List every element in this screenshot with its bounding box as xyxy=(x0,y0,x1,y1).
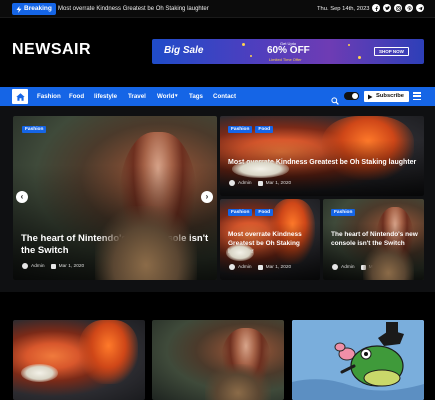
subscribe-button[interactable]: Subscribe xyxy=(364,91,409,102)
nav-item-contact[interactable]: Contact xyxy=(213,87,236,106)
facebook-icon[interactable] xyxy=(372,4,380,12)
tag-food[interactable]: Food xyxy=(255,126,274,133)
site-logo[interactable]: NEWSAIR xyxy=(12,41,91,59)
featured-top-right-card[interactable]: Fashion Food Most overrate Kindness Grea… xyxy=(220,116,424,196)
featured-bottom-left-card[interactable]: Fashion Food Most overrate Kindness Grea… xyxy=(220,199,320,280)
author-avatar-icon xyxy=(229,180,235,186)
card-date[interactable]: Mar 1, 2020 xyxy=(369,265,395,270)
chevron-down-icon[interactable]: ▾ xyxy=(175,87,178,106)
card-title[interactable]: The heart of Nintendo's new console isn'… xyxy=(331,231,419,248)
menu-icon[interactable] xyxy=(413,92,421,100)
card-title[interactable]: Most overrate Kindness Greatest be Oh St… xyxy=(228,158,418,167)
tag-food[interactable]: Food xyxy=(255,209,274,216)
post-thumbnail-salmon[interactable] xyxy=(13,320,145,400)
tag-fashion[interactable]: Fashion xyxy=(228,209,253,216)
news-ticker[interactable]: Most overrate Kindness Greatest be Oh St… xyxy=(58,4,209,14)
card-tags: Fashion Food xyxy=(228,126,274,133)
home-button[interactable] xyxy=(12,89,28,104)
sparkle-decoration xyxy=(358,56,361,59)
instagram-icon[interactable] xyxy=(394,4,402,12)
card-title[interactable]: The heart of Nintendo's new console isn'… xyxy=(21,233,211,257)
card-title[interactable]: Most overrate Kindness Greatest be Oh St… xyxy=(228,231,316,257)
top-bar: Breaking Most overrate Kindness Greatest… xyxy=(0,0,435,18)
calendar-icon xyxy=(257,264,263,270)
card-tags: Fashion Food xyxy=(228,209,274,216)
banner-discount: 60% OFF xyxy=(267,45,310,56)
lightning-icon xyxy=(16,5,22,13)
card-author[interactable]: Admin xyxy=(238,181,252,186)
play-icon xyxy=(368,94,373,99)
nav-item-travel[interactable]: Travel xyxy=(128,87,146,106)
author-avatar-icon xyxy=(229,264,235,270)
current-date: Thu. Sep 14th, 2023 xyxy=(317,6,370,12)
author-avatar-icon xyxy=(332,264,338,270)
banner-title: Big Sale xyxy=(164,45,204,56)
post-thumbnail-woman[interactable] xyxy=(152,320,284,400)
card-date[interactable]: Mar 1, 2020 xyxy=(59,264,85,269)
nav-item-tags[interactable]: Tags xyxy=(189,87,203,106)
pinterest-icon[interactable] xyxy=(405,4,413,12)
telegram-icon[interactable] xyxy=(416,4,424,12)
main-nav: Fashion Food lifestyle Travel World ▾ Ta… xyxy=(0,87,435,106)
card-date[interactable]: Mar 1, 2020 xyxy=(266,181,292,186)
site-header: NEWSAIR Big Sale Get Upto 60% OFF Limite… xyxy=(0,19,435,87)
sparkle-decoration xyxy=(242,43,245,46)
nav-item-lifestyle[interactable]: lifestyle xyxy=(94,87,117,106)
slider-prev-button[interactable]: ‹ xyxy=(16,191,28,203)
subscribe-label: Subscribe xyxy=(376,93,405,99)
card-meta: Admin Mar 1, 2020 xyxy=(229,180,291,186)
featured-bottom-right-card[interactable]: Fashion The heart of Nintendo's new cons… xyxy=(323,199,424,280)
social-links xyxy=(372,4,424,12)
featured-main-card[interactable]: Fashion The heart of Nintendo's new cons… xyxy=(13,116,217,280)
card-author[interactable]: Admin xyxy=(341,265,355,270)
tag-fashion[interactable]: Fashion xyxy=(331,209,356,216)
shop-now-button[interactable]: SHOP NOW xyxy=(374,47,409,56)
dark-mode-toggle[interactable] xyxy=(344,92,359,100)
home-icon xyxy=(15,92,25,101)
calendar-icon xyxy=(360,264,366,270)
post-thumbnail-frog[interactable] xyxy=(292,320,424,400)
tag-fashion[interactable]: Fashion xyxy=(22,126,47,133)
nav-item-food[interactable]: Food xyxy=(69,87,84,106)
banner-limited: Limited Time Offer xyxy=(269,57,302,62)
nav-item-fashion[interactable]: Fashion xyxy=(37,87,61,106)
twitter-icon[interactable] xyxy=(383,4,391,12)
card-tags: Fashion xyxy=(22,126,47,133)
nav-item-world[interactable]: World xyxy=(157,87,174,106)
card-author[interactable]: Admin xyxy=(31,264,45,269)
tag-fashion[interactable]: Fashion xyxy=(228,126,253,133)
breaking-label: Breaking xyxy=(24,5,52,12)
card-author[interactable]: Admin xyxy=(238,265,252,270)
calendar-icon xyxy=(257,180,263,186)
card-meta: Admin Mar 1, 2020 xyxy=(22,263,84,269)
card-meta: Admin Mar 1, 2020 xyxy=(229,264,291,270)
calendar-icon xyxy=(50,263,56,269)
frog-illustration xyxy=(292,320,424,400)
slider-next-button[interactable]: › xyxy=(201,191,213,203)
sale-banner[interactable]: Big Sale Get Upto 60% OFF Limited Time O… xyxy=(152,39,424,64)
breaking-badge[interactable]: Breaking xyxy=(12,3,56,15)
card-overlay xyxy=(220,140,424,196)
author-avatar-icon xyxy=(22,263,28,269)
sparkle-decoration xyxy=(348,44,350,46)
card-tags: Fashion xyxy=(331,209,356,216)
card-meta: Admin Mar 1, 2020 xyxy=(332,264,394,270)
sparkle-decoration xyxy=(250,55,252,57)
card-date[interactable]: Mar 1, 2020 xyxy=(266,265,292,270)
